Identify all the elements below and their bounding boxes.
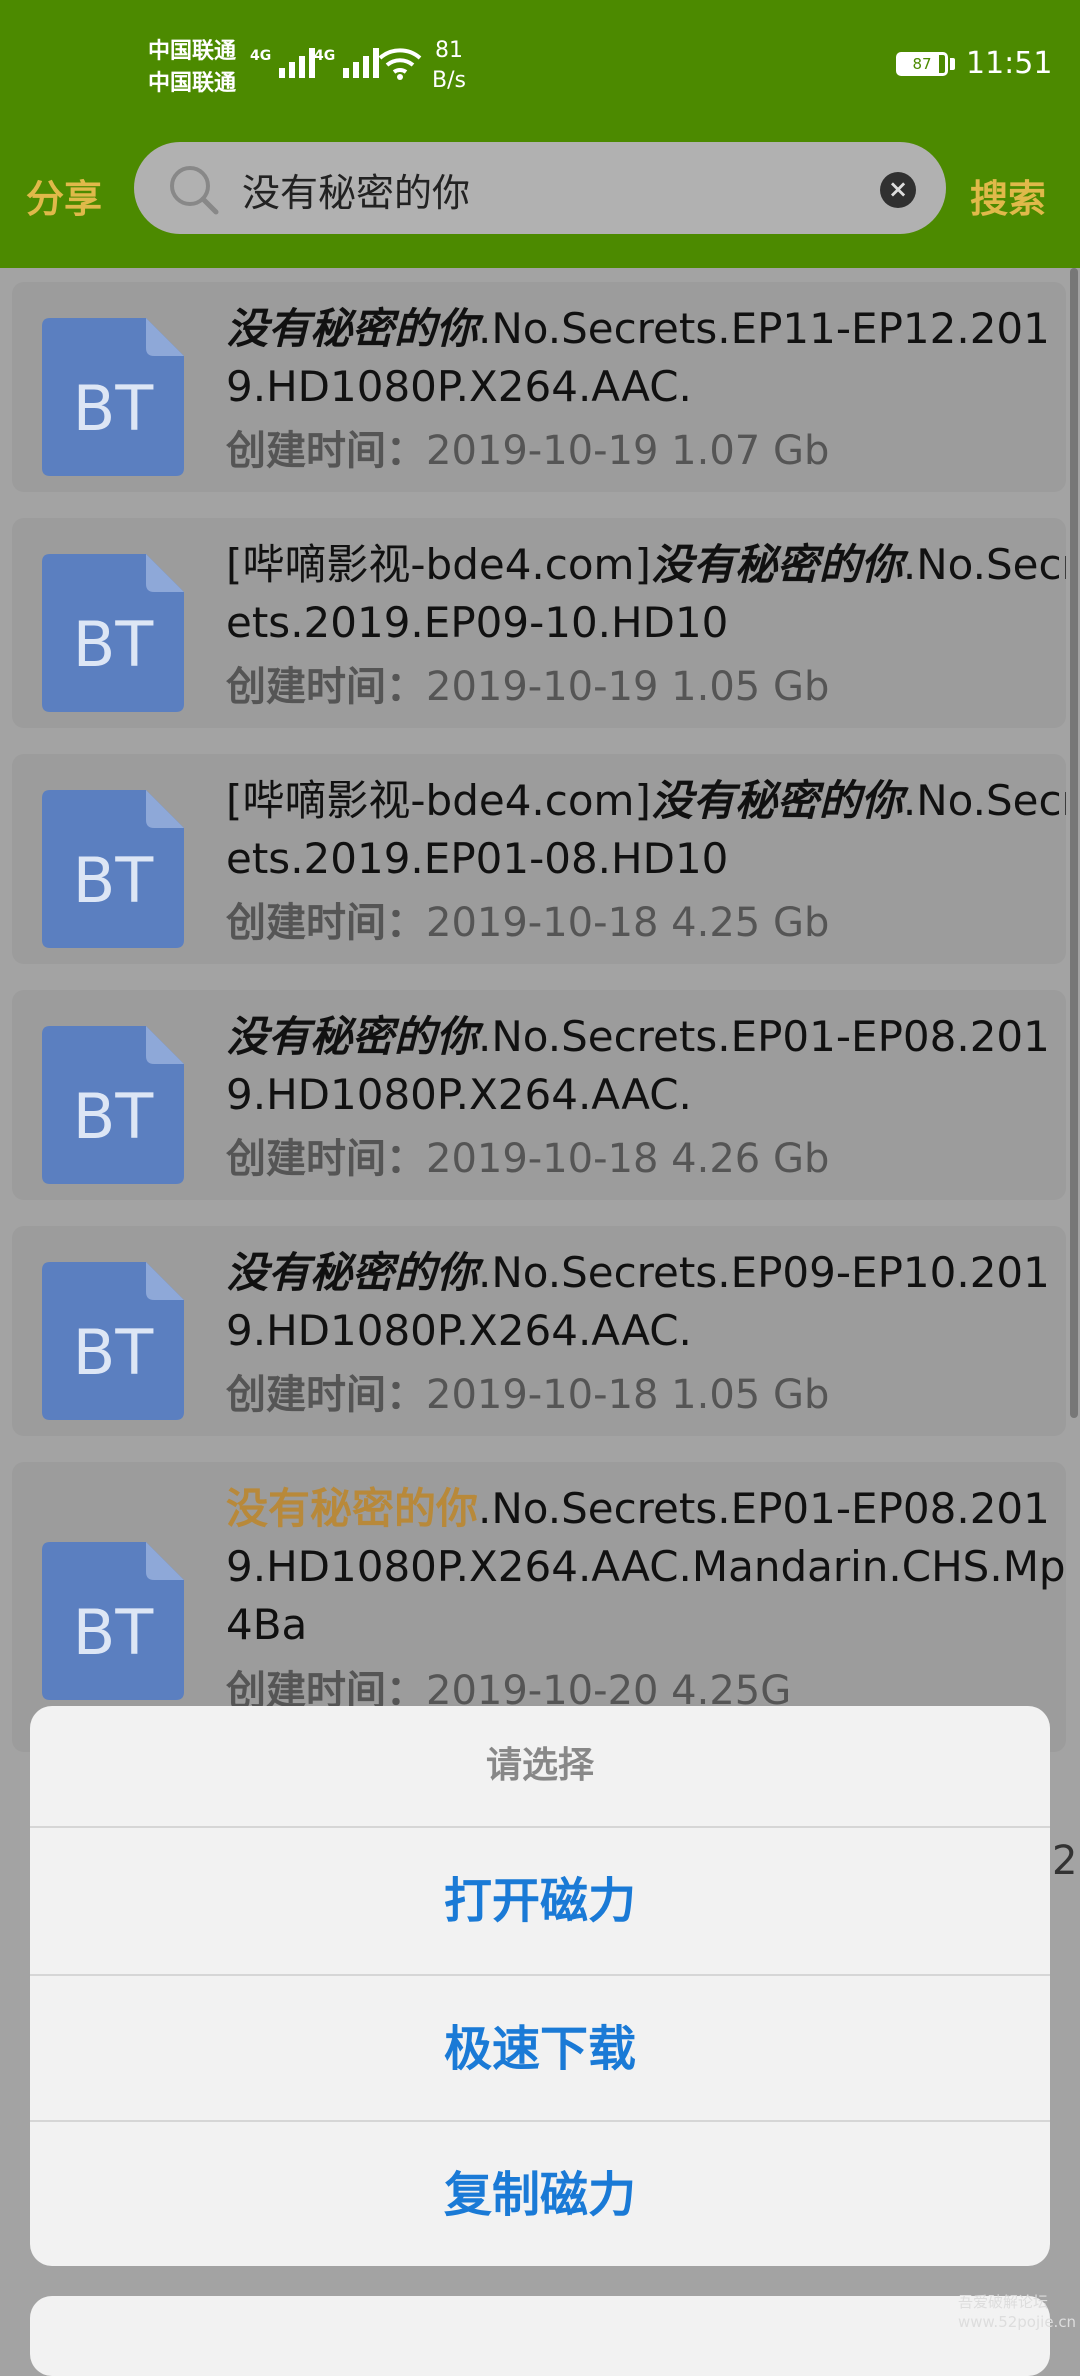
svg-text:BT: BT [73,844,155,917]
network-speed: 81 B/s [432,38,466,93]
clear-search-icon[interactable]: × [880,172,916,208]
list-item[interactable]: BT 没有秘密的你.No.Secrets.EP11-EP12.2019.HD10… [12,282,1066,492]
list-item[interactable]: BT 没有秘密的你.No.Secrets.EP09-EP10.2019.HD10… [12,1226,1066,1436]
search-bar[interactable]: 没有秘密的你 × [134,142,946,234]
scrollbar[interactable] [1070,268,1078,1418]
list-item[interactable]: BT [哔嘀影视-bde4.com]没有秘密的你.No.Secrets.2019… [12,518,1066,728]
search-button[interactable]: 搜索 [970,168,1046,223]
carrier-2: 中国联通 [148,71,237,96]
result-meta: 创建时间：2019-10-19 1.05 Gb [226,664,830,710]
cancel-sheet[interactable] [30,2296,1050,2376]
result-title: 没有秘密的你.No.Secrets.EP11-EP12.2019.HD1080P… [226,304,1050,411]
watermark: 吾爱破解论坛 www.52pojie.cn [958,2293,1077,2331]
result-title: [哔嘀影视-bde4.com]没有秘密的你.No.Secrets.2019.EP… [226,540,1066,647]
svg-text:BT: BT [73,1080,155,1153]
carrier-names: 中国联通 中国联通 [148,36,236,100]
svg-text:BT: BT [73,1316,155,1389]
carrier-1: 中国联通 [148,39,237,64]
toolbar: 分享 没有秘密的你 × 搜索 [0,128,1080,268]
open-magnet-button[interactable]: 打开磁力 [30,1826,1050,1974]
result-meta: 创建时间：2019-10-19 1.07 Gb [226,428,830,474]
result-title: 没有秘密的你.No.Secrets.EP01-EP08.2019.HD1080P… [226,1012,1050,1119]
action-sheet: 请选择 打开磁力 极速下载 复制磁力 [30,1706,1050,2266]
bt-file-icon: BT [42,318,184,476]
list-item[interactable]: BT 没有秘密的你.No.Secrets.EP01-EP08.2019.HD10… [12,990,1066,1200]
result-meta: 创建时间：2019-10-18 1.05 Gb [226,1372,830,1418]
status-bar: 中国联通 中国联通 4G 4G 81 B/s 87 11:51 [0,0,1080,128]
search-icon [166,162,224,220]
bt-file-icon: BT [42,1262,184,1420]
share-button[interactable]: 分享 [26,168,102,223]
result-title: 没有秘密的你.No.Secrets.EP09-EP10.2019.HD1080P… [226,1248,1050,1355]
wifi-icon [378,46,422,84]
bt-file-icon: BT [42,1542,184,1700]
result-meta: 创建时间：2019-10-18 4.25 Gb [226,900,830,946]
battery-tip [950,58,955,70]
search-input[interactable]: 没有秘密的你 [242,162,470,217]
svg-text:BT: BT [73,608,155,681]
clock: 11:51 [966,46,1053,81]
copy-magnet-button[interactable]: 复制磁力 [30,2120,1050,2266]
svg-text:BT: BT [73,372,155,445]
result-title: 没有秘密的你.No.Secrets.EP01-EP08.2019.HD1080P… [226,1484,1066,1649]
fast-download-button[interactable]: 极速下载 [30,1974,1050,2122]
bt-file-icon: BT [42,790,184,948]
svg-text:BT: BT [73,1596,155,1669]
battery-icon: 87 [896,52,948,76]
result-meta: 创建时间：2019-10-18 4.26 Gb [226,1136,830,1182]
result-title: [哔嘀影视-bde4.com]没有秘密的你.No.Secrets.2019.EP… [226,776,1066,883]
partial-text: 2 [1052,1838,1078,1884]
list-item[interactable]: BT [哔嘀影视-bde4.com]没有秘密的你.No.Secrets.2019… [12,754,1066,964]
bt-file-icon: BT [42,1026,184,1184]
signal-icon-2: 4G [314,48,380,78]
bt-file-icon: BT [42,554,184,712]
action-sheet-title: 请选择 [485,1745,594,1786]
signal-icon: 4G [250,48,316,78]
